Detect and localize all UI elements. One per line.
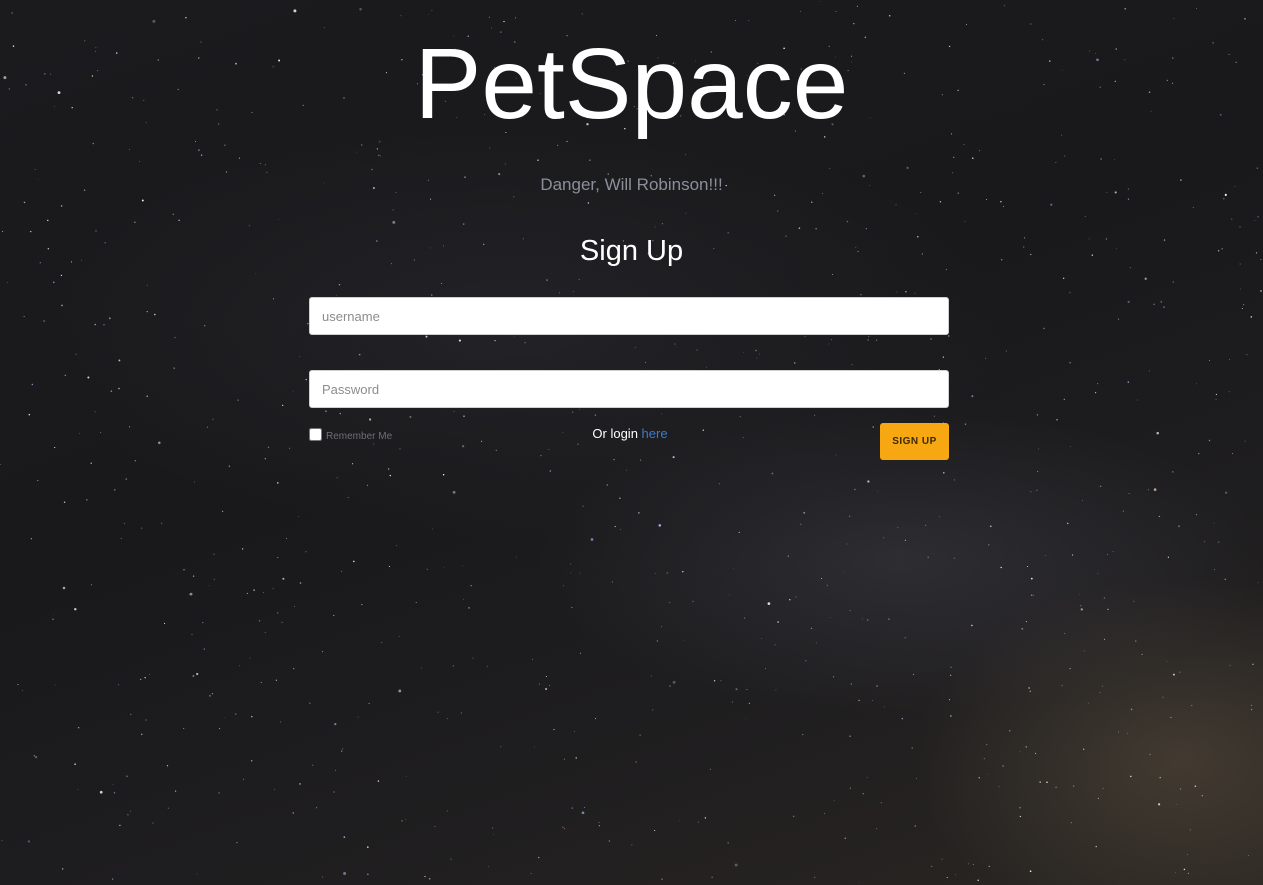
login-link[interactable]: here [642,426,668,441]
remember-me[interactable]: Remember Me [309,426,392,442]
remember-me-label: Remember Me [326,431,393,442]
login-prompt: Or login here [560,426,700,441]
password-input[interactable] [309,370,949,408]
username-input[interactable] [309,297,949,335]
brand-title: PetSpace [414,28,849,140]
remember-me-checkbox[interactable] [309,427,322,441]
tagline: Danger, Will Robinson!!! [540,175,723,194]
form-title: Sign Up [579,235,684,267]
login-prefix: Or login [592,426,642,441]
sign-up-button[interactable]: SIGN UP [880,423,949,460]
